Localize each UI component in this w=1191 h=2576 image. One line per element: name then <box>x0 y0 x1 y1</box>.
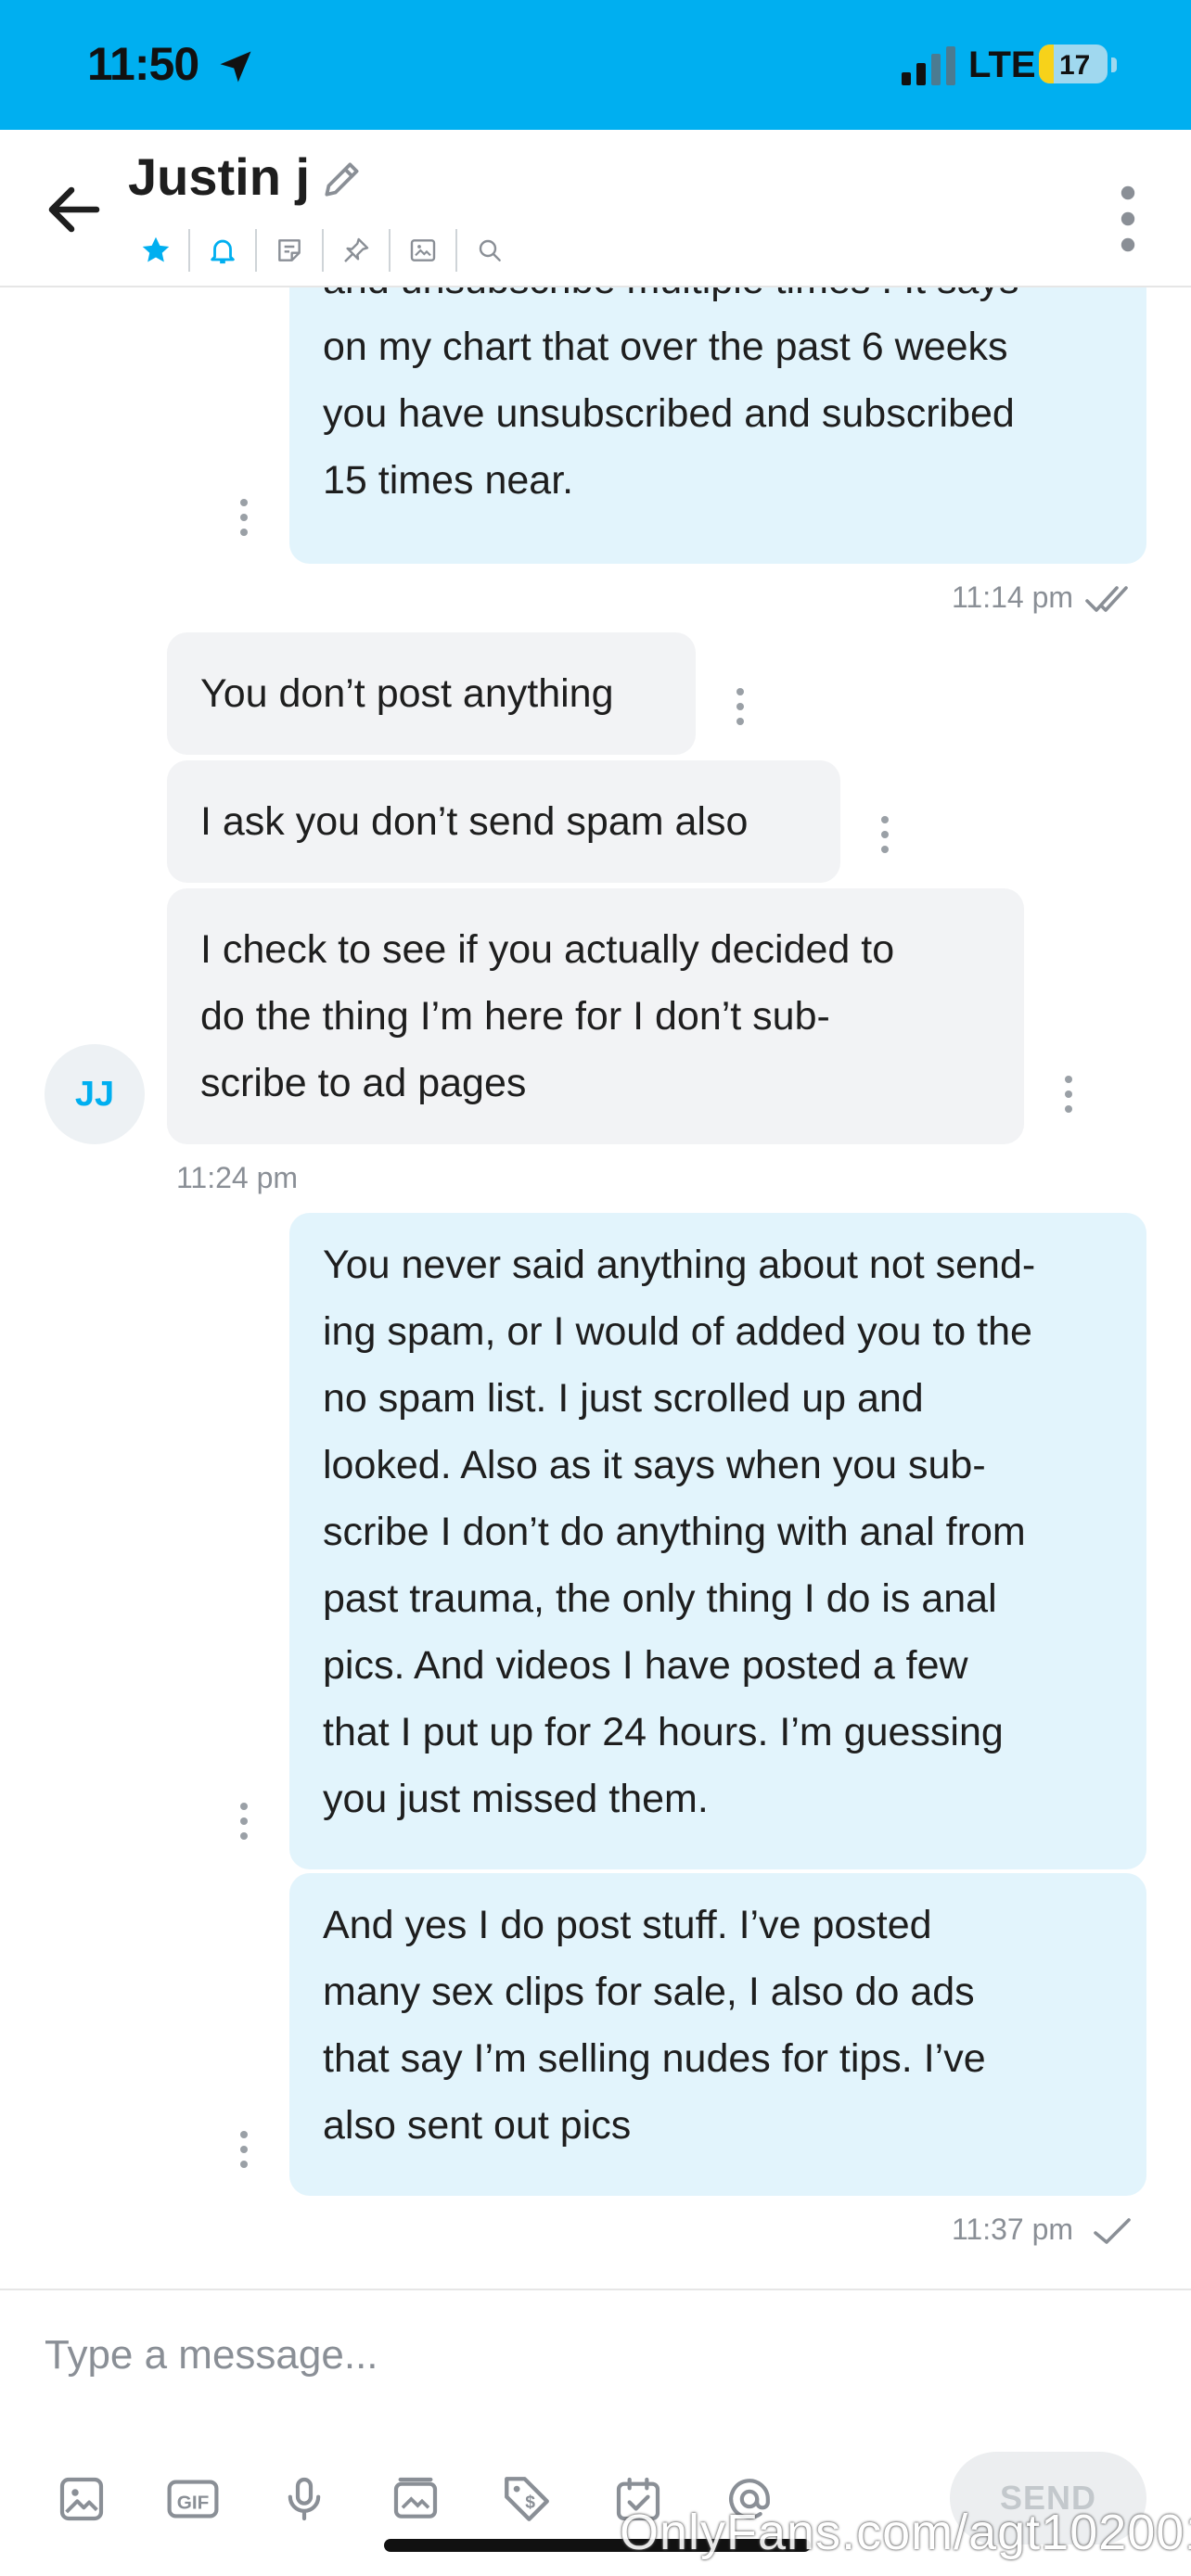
message-line: scribe to ad pages <box>200 1061 527 1105</box>
signal-icon <box>902 46 955 85</box>
message-timestamp: 11:24 pm <box>176 1161 299 1194</box>
message-options-icon[interactable] <box>237 1803 251 1849</box>
incoming-message[interactable]: You don’t post anything <box>167 632 696 755</box>
contact-name[interactable]: Justin j <box>128 147 310 207</box>
message-line: no spam list. I just scrolled up and <box>323 1376 924 1421</box>
message-options-icon[interactable] <box>877 816 892 862</box>
avatar[interactable]: JJ <box>45 1044 145 1144</box>
favorite-star-icon[interactable] <box>128 223 184 278</box>
svg-text:$: $ <box>525 2493 535 2513</box>
incoming-message[interactable]: I check to see if you actually decided t… <box>167 888 1024 1144</box>
message-line: on my chart that over the past 6 weeks <box>323 325 1008 369</box>
message-timestamp: 11:14 pm <box>952 580 1074 614</box>
message-input[interactable] <box>45 2323 1139 2388</box>
outgoing-message[interactable]: and unsubscribe multiple times . It says… <box>289 286 1146 564</box>
gif-icon[interactable]: GIF <box>156 2462 230 2536</box>
message-options-icon[interactable] <box>237 499 251 545</box>
composer-divider <box>0 2289 1191 2290</box>
battery-icon: 17 <box>1039 45 1108 83</box>
more-vertical-icon[interactable] <box>1109 182 1146 256</box>
message-options-icon[interactable] <box>237 2131 251 2177</box>
chat-header: Justin j <box>0 130 1191 287</box>
message-line: scribe I don’t do anything with anal fro… <box>323 1510 1026 1554</box>
outgoing-message[interactable]: You never said anything about not send- … <box>289 1213 1146 1869</box>
message-line: I ask you don’t send spam also <box>200 799 749 844</box>
message-line: 15 times near. <box>323 458 574 503</box>
message-line: I check to see if you actually decided t… <box>200 927 895 972</box>
battery-level: 17 <box>1059 50 1091 81</box>
search-icon[interactable] <box>462 223 518 278</box>
status-time: 11:50 <box>87 38 199 90</box>
message-line: many sex clips for sale, I also do ads <box>323 1970 975 2014</box>
svg-text:GIF: GIF <box>177 2492 210 2513</box>
incoming-message[interactable]: I ask you don’t send spam also <box>167 760 840 883</box>
edit-pencil-icon[interactable] <box>319 156 365 202</box>
message-line: looked. Also as it says when you sub- <box>323 1443 986 1487</box>
microphone-icon[interactable] <box>267 2462 341 2536</box>
message-timestamp: 11:37 pm <box>952 2213 1074 2246</box>
status-bar: 11:50 LTE 17 <box>0 0 1191 130</box>
pin-icon[interactable] <box>328 223 384 278</box>
message-line: that I put up for 24 hours. I’m guessing <box>323 1710 1004 1754</box>
notification-bell-icon[interactable] <box>195 223 250 278</box>
message-line: you just missed them. <box>323 1777 709 1821</box>
message-line: pics. And videos I have posted a few <box>323 1643 968 1688</box>
message-line: past trauma, the only thing I do is anal <box>323 1576 997 1621</box>
message-options-icon[interactable] <box>733 688 748 734</box>
media-gallery-icon[interactable] <box>395 223 451 278</box>
message-list[interactable]: and unsubscribe multiple times . It says… <box>0 286 1191 2289</box>
notes-icon[interactable] <box>262 223 317 278</box>
image-icon[interactable] <box>45 2462 119 2536</box>
outgoing-message[interactable]: And yes I do post stuff. I’ve posted man… <box>289 1873 1146 2196</box>
back-arrow-icon[interactable] <box>41 176 108 243</box>
battery-nub <box>1111 57 1117 72</box>
message-line: And yes I do post stuff. I’ve posted <box>323 1903 932 1947</box>
message-line: do the thing I’m here for I don’t sub- <box>200 994 830 1039</box>
message-line: and unsubscribe multiple times . It says <box>323 286 1113 313</box>
message-line: also sent out pics <box>323 2103 632 2148</box>
header-actions <box>128 223 518 278</box>
message-line: You never said anything about not send- <box>323 1243 1036 1287</box>
single-check-sent-icon <box>1094 2218 1131 2244</box>
message-line: that say I’m selling nudes for tips. I’v… <box>323 2036 986 2081</box>
price-tag-icon[interactable]: $ <box>490 2462 564 2536</box>
message-options-icon[interactable] <box>1061 1076 1076 1122</box>
message-line: You don’t post anything <box>200 671 614 716</box>
location-arrow-icon <box>220 51 251 83</box>
double-check-read-icon <box>1085 586 1128 612</box>
watermark-text: OnlyFans.com/agt102001 <box>620 2505 1191 2560</box>
network-type: LTE <box>968 45 1036 85</box>
vault-icon[interactable] <box>378 2462 453 2536</box>
message-line: you have unsubscribed and subscribed <box>323 391 1015 436</box>
message-line: ing spam, or I would of added you to the <box>323 1309 1032 1354</box>
